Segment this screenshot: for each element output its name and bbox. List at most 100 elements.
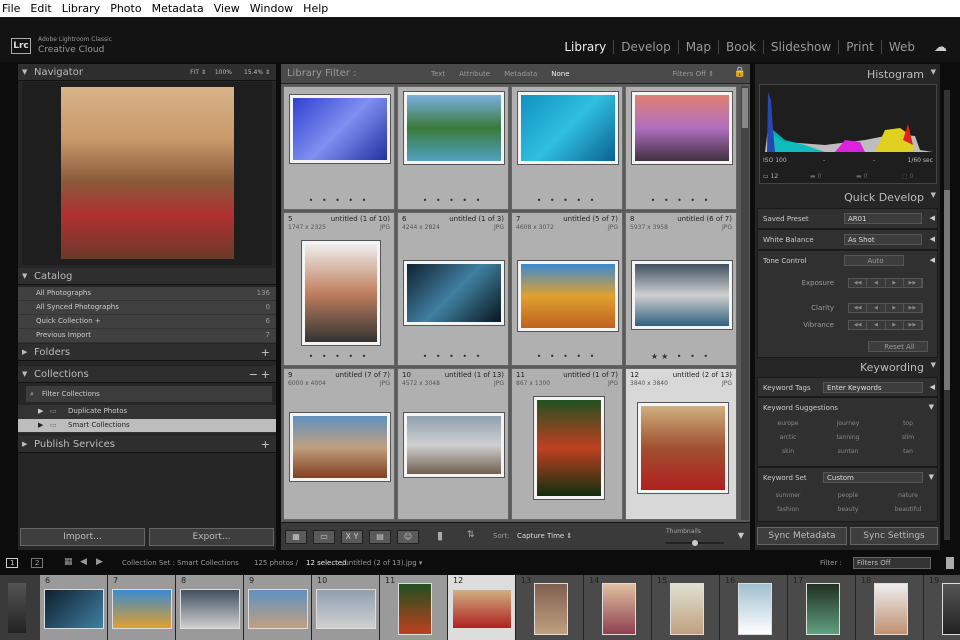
- clarity-stepper[interactable]: ◀◀ ◀ ▶ ▶▶: [848, 303, 923, 313]
- keyword-set-dropdown[interactable]: Custom: [823, 472, 923, 483]
- add-collection-icon[interactable]: +: [261, 366, 270, 383]
- filmstrip-cell[interactable]: 13: [516, 575, 584, 640]
- filmstrip-cell[interactable]: 10: [312, 575, 380, 640]
- catalog-header[interactable]: ▼ Catalog: [18, 268, 276, 285]
- import-button[interactable]: Import...: [20, 528, 145, 546]
- disclosure-icon[interactable]: ◀: [930, 383, 935, 391]
- sort-dropdown[interactable]: Capture Time ⇕: [517, 532, 572, 540]
- quick-develop-header[interactable]: Quick Develop ▼: [751, 191, 936, 204]
- catalog-item[interactable]: Previous Import 7: [18, 329, 276, 343]
- module-map[interactable]: Map: [677, 40, 718, 54]
- filmstrip-cell[interactable]: 12: [448, 575, 516, 640]
- grid-cell[interactable]: 9 untitled (7 of 7) 6000 x 4004 JPG: [283, 368, 395, 520]
- filmstrip-cell[interactable]: 14: [584, 575, 652, 640]
- filmstrip-partial-thumb[interactable]: [8, 583, 26, 633]
- collapse-icon[interactable]: ▼: [929, 473, 934, 481]
- collections-header[interactable]: ▼ Collections − +: [18, 366, 276, 383]
- folders-header[interactable]: ▶ Folders +: [18, 344, 276, 361]
- thumbnail-image[interactable]: [302, 241, 380, 345]
- menu-edit[interactable]: Edit: [30, 2, 51, 15]
- keyword-suggestion[interactable]: tanning: [818, 434, 878, 441]
- current-file[interactable]: /untitled (2 of 13).jpg ▾: [342, 559, 422, 567]
- module-book[interactable]: Book: [718, 40, 763, 54]
- rating-stars[interactable]: • • • • •: [512, 196, 622, 205]
- filter-lock-icon[interactable]: [946, 557, 954, 569]
- thumbnail-image[interactable]: [632, 92, 732, 164]
- rating-stars[interactable]: • • • • •: [284, 196, 394, 205]
- main-window-button[interactable]: 1: [6, 558, 19, 568]
- filmstrip-thumb[interactable]: [44, 589, 104, 629]
- keyword-suggestion[interactable]: arctic: [758, 434, 818, 441]
- filter-tab-metadata[interactable]: Metadata: [504, 70, 537, 78]
- zoom-100[interactable]: 100%: [215, 64, 232, 81]
- keyword-set-item[interactable]: summer: [758, 492, 818, 499]
- filmstrip-thumb[interactable]: [806, 583, 840, 635]
- grid-cell[interactable]: 7 untitled (5 of 7) 4608 x 3072 JPG • • • • …: [511, 212, 623, 366]
- vibrance-stepper[interactable]: ◀◀ ◀ ▶ ▶▶: [848, 320, 923, 330]
- rating-stars[interactable]: • • • • •: [626, 196, 736, 205]
- keyword-tags-dropdown[interactable]: Enter Keywords: [823, 382, 923, 393]
- thumbnail-image[interactable]: [290, 95, 390, 163]
- navigator-header[interactable]: ▼ Navigator FIT ⇕ 100% 15.4% ⇕: [18, 64, 276, 81]
- grid-cell[interactable]: • • • • •: [625, 86, 737, 210]
- module-slideshow[interactable]: Slideshow: [762, 40, 838, 54]
- filmstrip-filter-dropdown[interactable]: Filters Off: [853, 557, 931, 569]
- grid-icon[interactable]: ▦: [64, 557, 73, 567]
- zoom-fit[interactable]: FIT ⇕: [190, 64, 206, 81]
- catalog-item[interactable]: Quick Collection + 6: [18, 315, 276, 329]
- filmstrip-thumb[interactable]: [316, 589, 376, 629]
- filmstrip-thumb[interactable]: [874, 583, 908, 635]
- filmstrip-thumb[interactable]: [248, 589, 308, 629]
- keyword-set-item[interactable]: people: [818, 492, 878, 499]
- rating-stars[interactable]: • • • • •: [284, 352, 394, 361]
- filter-tab-text[interactable]: Text: [431, 70, 445, 78]
- auto-tone-button[interactable]: Auto: [844, 255, 904, 266]
- filmstrip-cell[interactable]: 17: [788, 575, 856, 640]
- menu-help[interactable]: Help: [303, 2, 328, 15]
- publish-header[interactable]: ▶ Publish Services +: [18, 436, 276, 453]
- keyword-set-item[interactable]: beauty: [818, 506, 878, 513]
- module-web[interactable]: Web: [880, 40, 922, 54]
- disclosure-icon[interactable]: ◀: [930, 214, 935, 222]
- grid-cell[interactable]: • • • • •: [283, 86, 395, 210]
- menu-view[interactable]: View: [214, 2, 240, 15]
- filmstrip-cell[interactable]: 16: [720, 575, 788, 640]
- filmstrip-thumb[interactable]: [942, 583, 960, 635]
- keyword-suggestion[interactable]: suntan: [818, 448, 878, 455]
- keyword-set-item[interactable]: nature: [878, 492, 938, 499]
- sync-metadata-button[interactable]: Sync Metadata: [757, 527, 847, 545]
- filters-off-dropdown[interactable]: Filters Off ⇕: [672, 70, 714, 78]
- compare-view-button[interactable]: X Y: [341, 530, 363, 544]
- filter-tab-attribute[interactable]: Attribute: [459, 70, 490, 78]
- forward-arrow-icon[interactable]: ▶: [96, 557, 103, 567]
- collapse-icon[interactable]: ▼: [929, 403, 934, 411]
- lock-icon[interactable]: 🔒: [734, 67, 746, 78]
- grid-cell[interactable]: 6 untitled (1 of 3) 4244 x 2824 JPG • • • • …: [397, 212, 509, 366]
- filmstrip-cell[interactable]: 11: [380, 575, 448, 640]
- keyword-set-item[interactable]: beautiful: [878, 506, 938, 513]
- grid-cell[interactable]: 11 untitled (1 of 7) 867 x 1300 JPG: [511, 368, 623, 520]
- grid-view-icon[interactable]: ▦: [285, 530, 307, 544]
- thumbnail-image[interactable]: [290, 413, 390, 481]
- filter-collections-input[interactable]: ⌕ Filter Collections: [26, 386, 272, 402]
- keywording-header[interactable]: Keywording ▼: [751, 361, 936, 374]
- keyword-suggestion[interactable]: journey: [818, 420, 878, 427]
- collection-duplicate-photos[interactable]: ▶ ▭ Duplicate Photos: [18, 405, 276, 419]
- menu-library[interactable]: Library: [62, 2, 100, 15]
- catalog-item[interactable]: All Photographs 136: [18, 287, 276, 301]
- thumbnail-image[interactable]: [404, 261, 504, 325]
- module-library[interactable]: Library: [557, 40, 613, 54]
- collection-smart-collections[interactable]: ▶ ▭ Smart Collections: [18, 419, 276, 433]
- filmstrip-cell[interactable]: 8: [176, 575, 244, 640]
- grid-cell[interactable]: • • • • •: [511, 86, 623, 210]
- rating-stars[interactable]: • • • • •: [398, 196, 508, 205]
- thumbnail-size-slider[interactable]: [666, 540, 724, 546]
- spray-can-icon[interactable]: ▮: [437, 529, 443, 542]
- disclosure-icon[interactable]: ◀: [930, 235, 935, 243]
- filmstrip-thumb[interactable]: [670, 583, 704, 635]
- sync-settings-button[interactable]: Sync Settings: [850, 527, 938, 545]
- filmstrip-cell[interactable]: 18: [856, 575, 924, 640]
- menu-file[interactable]: File: [2, 2, 20, 15]
- thumbnail-image[interactable]: [518, 261, 618, 331]
- loupe-view-icon[interactable]: ▭: [313, 530, 335, 544]
